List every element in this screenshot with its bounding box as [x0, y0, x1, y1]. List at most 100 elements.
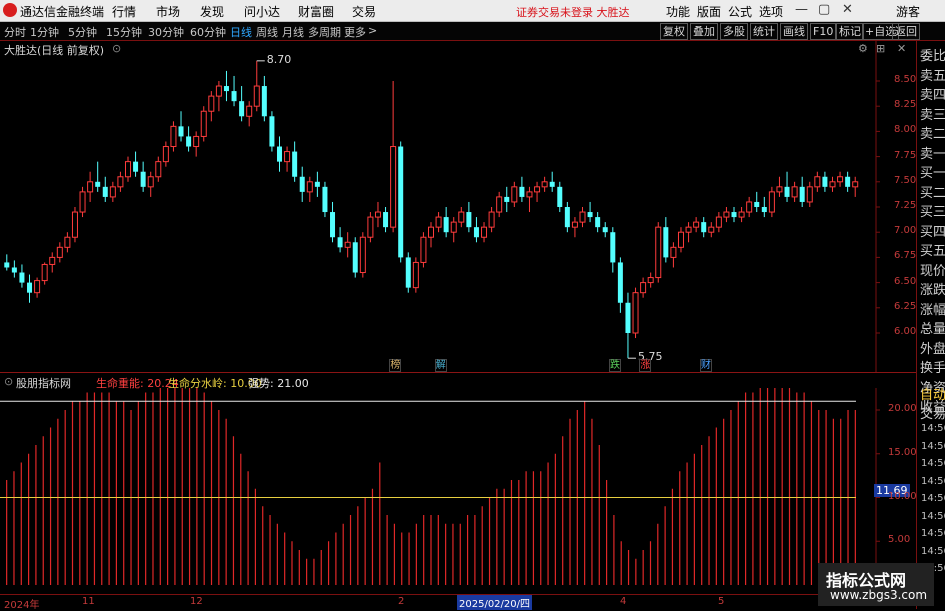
side-panel-label[interactable]: 卖二	[920, 123, 945, 142]
menu-function[interactable]: 功能	[666, 3, 690, 20]
candle	[488, 207, 495, 233]
side-panel-label[interactable]: 换手	[920, 357, 945, 376]
candle	[223, 70, 229, 102]
tick-time: 14:56	[921, 475, 945, 487]
period-more[interactable]: 更多	[344, 24, 366, 40]
candle	[708, 222, 715, 238]
back-button[interactable]: 返回	[892, 23, 920, 40]
multi-stock-button[interactable]: 多股	[720, 23, 748, 40]
candle	[133, 151, 139, 177]
event-marker[interactable]: 跌	[609, 359, 622, 372]
candle	[109, 181, 116, 202]
side-panel-label[interactable]: 自动	[920, 384, 945, 403]
candle	[239, 86, 245, 122]
side-panel-label[interactable]: 总量	[920, 318, 945, 337]
menu-trade[interactable]: 交易	[352, 3, 376, 20]
app-logo-icon	[3, 3, 17, 17]
side-panel-label[interactable]: 外盘	[920, 338, 945, 357]
candle	[526, 186, 533, 213]
candle	[56, 242, 63, 263]
side-panel-label[interactable]: 卖三	[920, 104, 945, 123]
high-price-label: 8.70	[266, 52, 292, 66]
side-panel-label[interactable]: 涨跌	[920, 279, 945, 298]
menu-quotes[interactable]: 行情	[112, 3, 136, 20]
side-panel-label[interactable]: 买四	[920, 221, 945, 240]
indicator-chart[interactable]	[0, 388, 916, 594]
menu-market[interactable]: 市场	[156, 3, 180, 20]
candle	[102, 176, 108, 202]
period-daily[interactable]: 日线	[230, 24, 252, 40]
side-panel-label[interactable]: 买三	[920, 201, 945, 220]
menu-ask[interactable]: 问小达	[244, 3, 280, 20]
candle	[383, 207, 389, 233]
candle	[34, 277, 41, 298]
period-60min[interactable]: 60分钟	[190, 24, 226, 40]
menu-formula[interactable]: 公式	[728, 3, 752, 20]
side-panel-label[interactable]: 委比	[920, 45, 945, 64]
login-notice: 证券交易未登录 大胜达	[516, 6, 630, 19]
candle	[473, 217, 479, 243]
candle	[443, 207, 449, 238]
chevron-right-icon[interactable]: >	[368, 24, 377, 37]
side-panel-label[interactable]: 卖五	[920, 65, 945, 84]
candle	[208, 91, 215, 122]
side-panel-label[interactable]: 买二	[920, 182, 945, 201]
restore-icon[interactable]: ▢	[818, 2, 830, 17]
period-15min[interactable]: 15分钟	[106, 24, 142, 40]
statistics-button[interactable]: 统计	[750, 23, 778, 40]
candle	[124, 156, 131, 182]
period-monthly[interactable]: 月线	[282, 24, 304, 40]
side-panel-label[interactable]: 涨幅	[920, 299, 945, 318]
candle	[784, 171, 790, 202]
event-marker[interactable]: 涨	[639, 359, 652, 372]
price-tick-label: 7.50	[894, 174, 917, 186]
side-panel-label[interactable]: 买五	[920, 240, 945, 259]
menu-discover[interactable]: 发现	[200, 3, 224, 20]
adjust-button[interactable]: 复权	[660, 23, 688, 40]
side-panel-label[interactable]: 卖一	[920, 143, 945, 162]
candlestick-chart[interactable]	[0, 41, 916, 372]
period-multi[interactable]: 多周期	[308, 24, 341, 40]
candle	[677, 227, 684, 253]
menu-wealth[interactable]: 财富圈	[298, 3, 334, 20]
price-tick-label: 6.25	[894, 300, 917, 312]
candle	[253, 60, 260, 112]
mark-button[interactable]: 标记	[836, 23, 864, 40]
period-tick[interactable]: 分时	[4, 24, 26, 40]
period-5min[interactable]: 5分钟	[68, 24, 97, 40]
candle	[746, 196, 753, 218]
close-icon[interactable]: ✕	[842, 2, 853, 17]
candle	[715, 212, 722, 233]
minimize-icon[interactable]: —	[795, 2, 808, 17]
event-marker[interactable]: 财	[699, 359, 712, 372]
price-tick-label: 6.50	[894, 275, 917, 287]
candle	[837, 171, 844, 187]
user-guest[interactable]: 游客	[896, 3, 920, 20]
menu-layout[interactable]: 版面	[697, 3, 721, 20]
draw-line-button[interactable]: 画线	[780, 23, 808, 40]
candle	[261, 75, 267, 122]
event-marker[interactable]: 解	[434, 359, 447, 372]
side-panel-label[interactable]: 卖四	[920, 84, 945, 103]
candle	[571, 217, 578, 238]
side-panel-label[interactable]: 买一	[920, 162, 945, 181]
menu-bar: 通达信金融终端 行情 市场 发现 问小达 财富圈 交易 证券交易未登录 大胜达 …	[0, 0, 945, 22]
price-tick-label: 6.75	[894, 250, 917, 262]
candle	[617, 257, 623, 313]
menu-options[interactable]: 选项	[759, 3, 783, 20]
indicator-settings-icon[interactable]: ⊙	[4, 375, 13, 388]
period-1min[interactable]: 1分钟	[30, 24, 59, 40]
period-weekly[interactable]: 周线	[256, 24, 278, 40]
side-panel-label[interactable]: 现价	[920, 260, 945, 279]
candle	[670, 242, 677, 268]
candle	[374, 201, 381, 228]
overlay-button[interactable]: 叠加	[690, 23, 718, 40]
event-marker[interactable]: 榜	[389, 359, 402, 372]
candle	[450, 217, 457, 243]
f10-button[interactable]: F10	[810, 23, 837, 40]
period-30min[interactable]: 30分钟	[148, 24, 184, 40]
side-panel-label[interactable]: 交易	[920, 403, 945, 422]
candle	[330, 201, 336, 243]
candle	[344, 232, 351, 258]
candle	[481, 222, 488, 243]
